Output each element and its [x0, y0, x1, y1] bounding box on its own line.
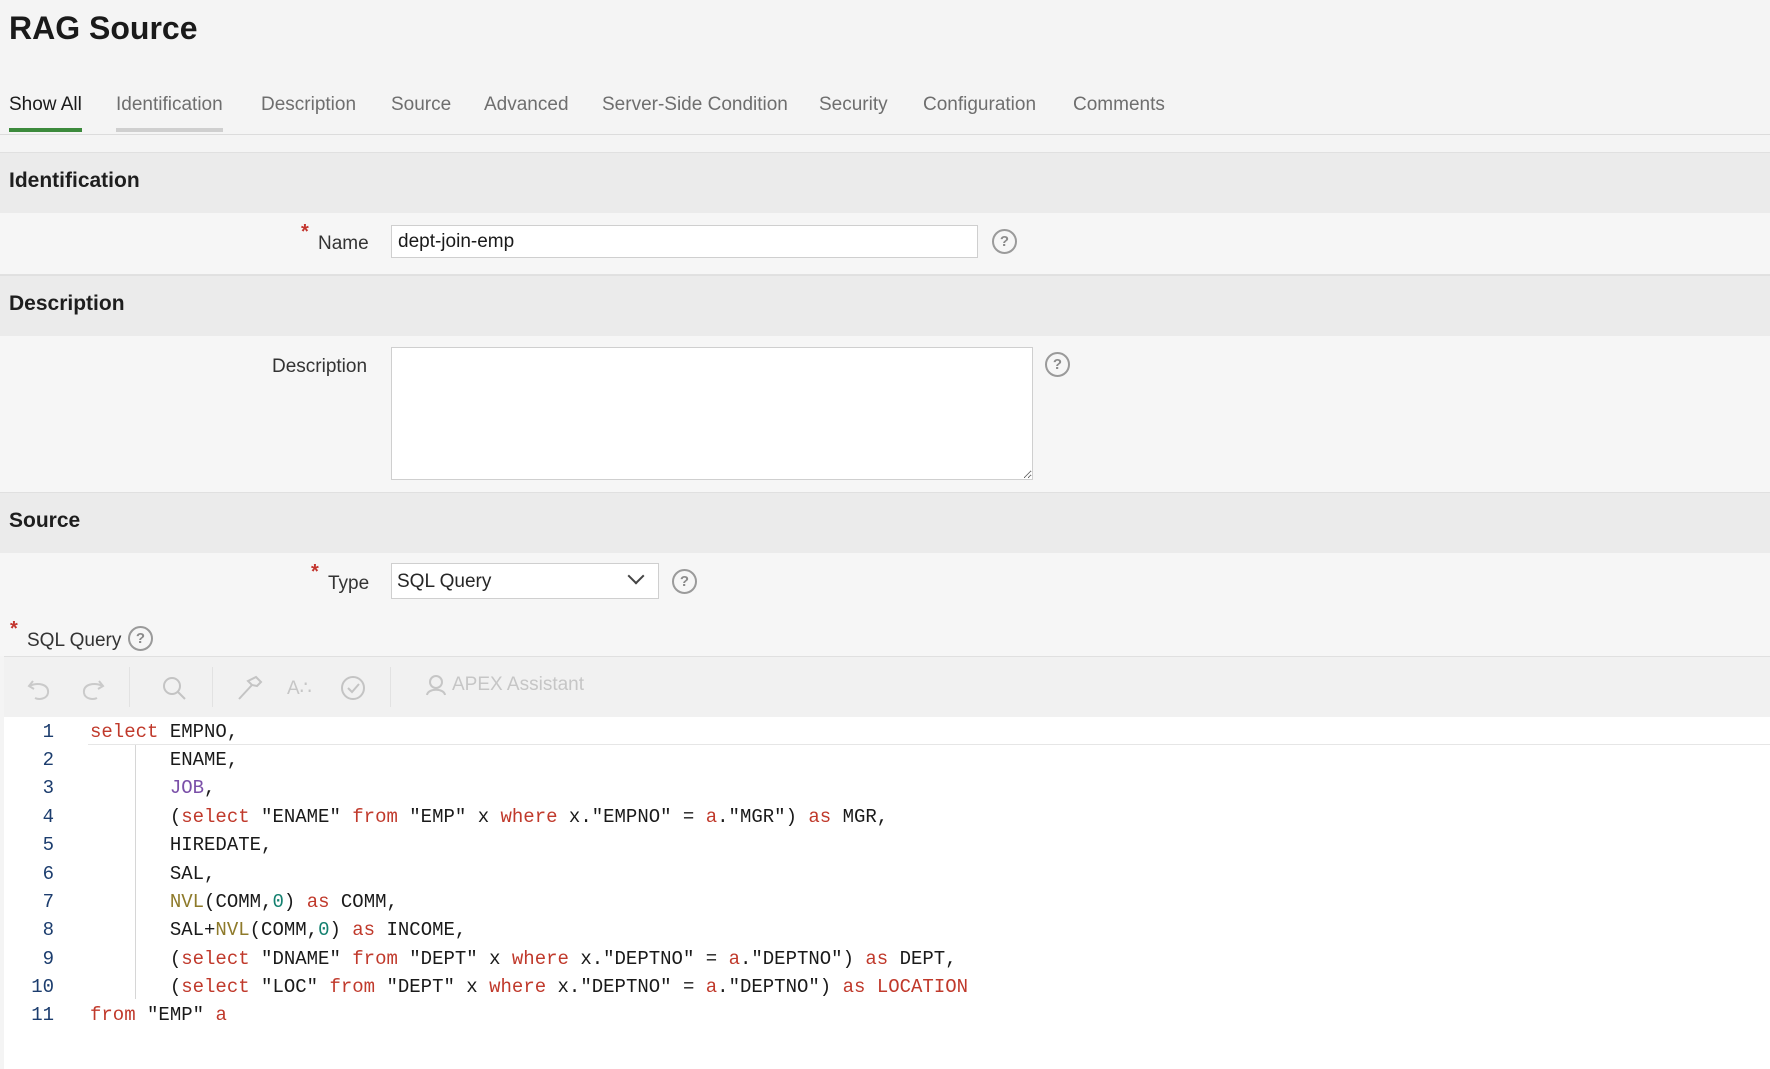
line-number: 9	[42, 948, 54, 970]
code-line: SAL+NVL(COMM,0) as INCOME,	[90, 919, 467, 941]
line-number: 7	[42, 891, 54, 913]
chevron-down-icon	[627, 567, 645, 585]
tab-comments[interactable]: Comments	[1073, 94, 1165, 128]
apex-assistant-button[interactable]: APEX Assistant	[424, 673, 584, 697]
tab-bar: Show All Identification Description Sour…	[0, 86, 1770, 135]
sql-query-label: SQL Query	[27, 630, 122, 651]
type-select[interactable]: SQL Query	[391, 563, 659, 599]
description-field-row: Description ?	[0, 336, 1770, 493]
tab-source[interactable]: Source	[391, 94, 451, 128]
undo-icon[interactable]	[24, 673, 54, 703]
sql-code-editor[interactable]: 1 2 3 4 5 6 7 8 9 10 11 select EMPNO, EN…	[4, 717, 1770, 1069]
description-label: Description	[272, 356, 368, 377]
name-help-icon[interactable]: ?	[992, 229, 1017, 254]
line-number: 5	[42, 834, 54, 856]
line-number-gutter: 1 2 3 4 5 6 7 8 9 10 11	[4, 717, 88, 1069]
required-marker: *	[311, 561, 319, 583]
code-line: ENAME,	[90, 749, 239, 771]
tab-description[interactable]: Description	[261, 94, 356, 128]
tab-server-side-condition[interactable]: Server-Side Condition	[602, 94, 788, 128]
line-number: 8	[42, 919, 54, 941]
source-section-header: Source	[0, 492, 1770, 554]
code-line: select EMPNO,	[90, 721, 239, 743]
type-label: Type	[328, 573, 370, 594]
description-section-header: Description	[0, 275, 1770, 337]
tab-configuration[interactable]: Configuration	[923, 94, 1036, 128]
code-line: (select "DNAME" from "DEPT" x where x."D…	[90, 948, 957, 970]
sql-query-help-icon[interactable]: ?	[128, 626, 153, 651]
hammer-icon[interactable]	[234, 673, 264, 703]
toolbar-separator	[129, 667, 130, 707]
description-heading: Description	[9, 292, 125, 315]
toolbar-separator	[390, 667, 391, 707]
validate-icon[interactable]	[338, 673, 368, 703]
active-line-highlight	[88, 717, 1770, 745]
name-input[interactable]	[391, 225, 978, 258]
type-select-value: SQL Query	[397, 571, 492, 592]
code-line: JOB,	[169, 777, 216, 799]
code-line: SAL,	[90, 863, 216, 885]
tab-advanced[interactable]: Advanced	[484, 94, 569, 128]
line-number: 11	[31, 1004, 54, 1026]
code-line: (select "LOC" from "DEPT" x where x."DEP…	[90, 976, 969, 998]
line-number: 3	[42, 777, 54, 799]
line-number: 10	[31, 976, 54, 998]
required-marker: *	[10, 618, 18, 640]
search-icon[interactable]	[159, 673, 189, 703]
type-help-icon[interactable]: ?	[672, 569, 697, 594]
line-number: 2	[42, 749, 54, 771]
identification-section-header: Identification	[0, 152, 1770, 214]
assistant-icon	[429, 675, 443, 689]
code-line: from "EMP" a	[90, 1004, 227, 1026]
identification-heading: Identification	[9, 169, 140, 192]
required-marker: *	[301, 221, 309, 243]
tab-show-all[interactable]: Show All	[9, 94, 82, 132]
description-help-icon[interactable]: ?	[1045, 352, 1070, 377]
code-editor-toolbar: A∴ APEX Assistant	[4, 656, 1770, 718]
name-label: Name	[318, 233, 369, 254]
tab-identification[interactable]: Identification	[116, 94, 223, 132]
format-icon[interactable]: A∴	[287, 677, 317, 707]
toolbar-separator	[212, 667, 213, 707]
redo-icon[interactable]	[78, 673, 108, 703]
apex-assistant-label: APEX Assistant	[452, 674, 585, 696]
code-line: NVL(COMM,0) as COMM,	[169, 891, 398, 913]
line-number: 4	[42, 806, 54, 828]
code-line: (select "ENAME" from "EMP" x where x."EM…	[90, 806, 889, 828]
type-field-row: * Type SQL Query ?	[0, 553, 1770, 616]
source-heading: Source	[9, 509, 81, 532]
code-line: HIREDATE,	[90, 834, 273, 856]
page-title: RAG Source	[9, 10, 198, 46]
sql-query-label-row: * SQL Query ?	[0, 616, 1770, 656]
tab-security[interactable]: Security	[819, 94, 888, 128]
line-number: 1	[42, 721, 54, 743]
line-number: 6	[42, 863, 54, 885]
name-field-row: * Name ?	[0, 213, 1770, 275]
description-textarea[interactable]	[391, 347, 1033, 480]
